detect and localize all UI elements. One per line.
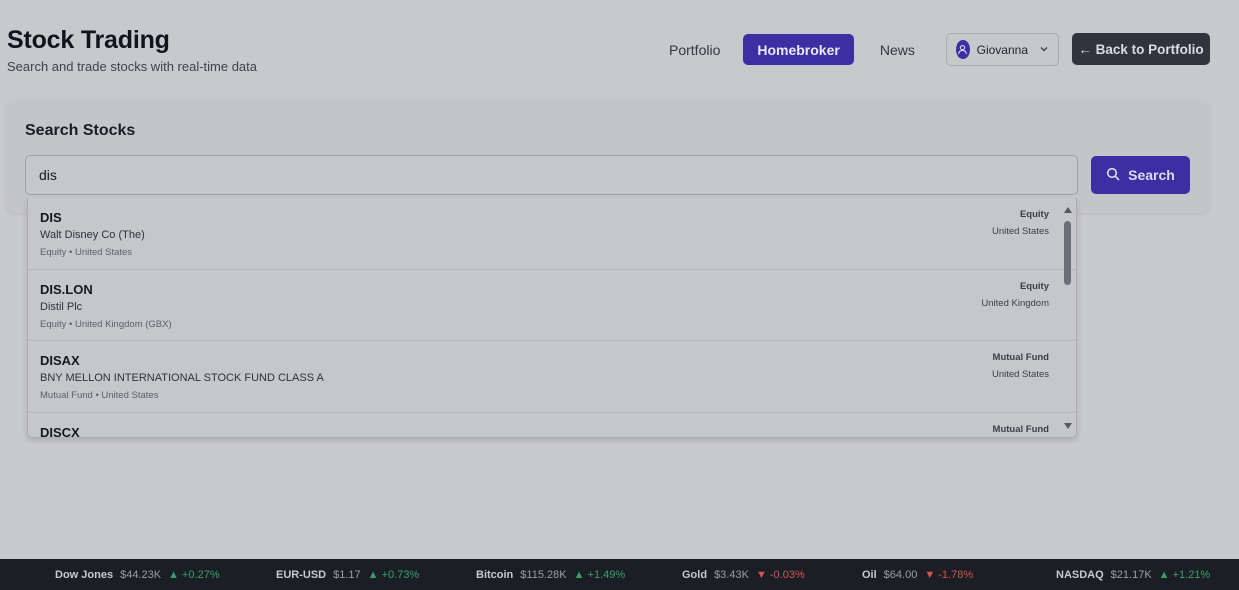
ticker-item: NASDAQ $21.17K ▲ +1.21% bbox=[1056, 559, 1210, 590]
search-card: Search Stocks Search bbox=[6, 100, 1210, 213]
result-meta: Mutual Fund • United States bbox=[40, 390, 159, 401]
result-country: United States bbox=[991, 369, 1049, 380]
ticker-price: $1.17 bbox=[333, 568, 361, 581]
scroll-down-arrow-icon[interactable] bbox=[1064, 423, 1072, 429]
result-type: Mutual Fund bbox=[992, 423, 1049, 435]
ticker-price: $21.17K bbox=[1110, 568, 1152, 581]
search-result-item[interactable]: DISCX Mutual Fund bbox=[28, 413, 1076, 438]
search-result-item[interactable]: DIS Walt Disney Co (The) Equity • United… bbox=[28, 198, 1076, 270]
result-symbol: DISAX bbox=[40, 353, 80, 368]
user-menu[interactable]: Giovanna bbox=[946, 33, 1059, 66]
result-symbol: DIS bbox=[40, 210, 62, 225]
search-card-title: Search Stocks bbox=[25, 122, 136, 139]
ticker-change: ▲ +1.49% bbox=[573, 568, 626, 581]
ticker-name: Oil bbox=[862, 568, 877, 581]
page-title: Stock Trading bbox=[7, 26, 170, 54]
ticker-item: EUR-USD $1.17 ▲ +0.73% bbox=[276, 559, 419, 590]
result-country: United States bbox=[991, 226, 1049, 237]
result-meta: Equity • United States bbox=[40, 247, 133, 258]
nav-portfolio[interactable]: Portfolio bbox=[655, 34, 734, 65]
ticker-name: Bitcoin bbox=[476, 568, 514, 581]
ticker-name: NASDAQ bbox=[1056, 568, 1104, 581]
result-meta: Equity • United Kingdom (GBX) bbox=[40, 318, 172, 330]
search-result-item[interactable]: DIS.LON Distil Plc Equity • United Kingd… bbox=[28, 270, 1076, 341]
ticker-change: ▲ +0.27% bbox=[168, 568, 220, 581]
result-type: Equity bbox=[1019, 209, 1049, 220]
result-type: Mutual Fund bbox=[992, 352, 1049, 363]
ticker-item: Bitcoin $115.28K ▲ +1.49% bbox=[476, 559, 625, 590]
search-result-item[interactable]: DISAX BNY MELLON INTERNATIONAL STOCK FUN… bbox=[28, 341, 1076, 413]
ticker-item: Dow Jones $44.23K ▲ +0.27% bbox=[55, 559, 220, 590]
result-name: BNY MELLON INTERNATIONAL STOCK FUND CLAS… bbox=[40, 372, 324, 384]
search-results-dropdown: DIS Walt Disney Co (The) Equity • United… bbox=[27, 198, 1077, 438]
result-symbol: DIS.LON bbox=[40, 281, 93, 297]
search-button[interactable]: Search bbox=[1091, 156, 1190, 194]
ticker-name: EUR-USD bbox=[276, 568, 327, 581]
user-icon bbox=[956, 40, 970, 59]
ticker-price: $115.28K bbox=[520, 568, 567, 581]
ticker-price: $64.00 bbox=[883, 568, 918, 581]
result-country: United Kingdom bbox=[981, 297, 1049, 309]
ticker-price: $3.43K bbox=[714, 568, 749, 581]
nav-homebroker[interactable]: Homebroker bbox=[743, 34, 854, 65]
page-subtitle: Search and trade stocks with real-time d… bbox=[7, 59, 258, 74]
main-nav: Portfolio Homebroker News bbox=[655, 34, 929, 65]
ticker-change: ▲ +1.21% bbox=[1158, 568, 1211, 581]
back-to-portfolio-button[interactable]: ← Back to Portfolio bbox=[1072, 33, 1210, 65]
search-input[interactable] bbox=[25, 155, 1078, 195]
scroll-up-arrow-icon[interactable] bbox=[1064, 207, 1072, 213]
market-ticker: Dow Jones $44.23K ▲ +0.27% EUR-USD $1.17… bbox=[0, 559, 1239, 590]
ticker-name: Gold bbox=[682, 568, 708, 581]
result-symbol: DISCX bbox=[40, 424, 80, 438]
search-button-label: Search bbox=[1128, 167, 1175, 183]
ticker-item: Oil $64.00 ▼ -1.78% bbox=[862, 559, 973, 590]
chevron-down-icon bbox=[1039, 41, 1049, 59]
ticker-item: Gold $3.43K ▼ -0.03% bbox=[682, 559, 805, 590]
ticker-price: $44.23K bbox=[120, 568, 162, 581]
user-name: Giovanna bbox=[976, 42, 1028, 57]
ticker-change: ▼ -0.03% bbox=[755, 568, 805, 581]
ticker-name: Dow Jones bbox=[55, 568, 114, 581]
ticker-change: ▼ -1.78% bbox=[924, 568, 974, 581]
result-name: Distil Plc bbox=[40, 300, 83, 313]
ticker-change: ▲ +0.73% bbox=[367, 568, 420, 581]
dropdown-scrollbar[interactable] bbox=[1062, 204, 1074, 432]
result-name: Walt Disney Co (The) bbox=[40, 229, 145, 241]
result-type: Equity bbox=[1019, 280, 1049, 292]
search-icon bbox=[1106, 167, 1120, 184]
scroll-thumb[interactable] bbox=[1064, 221, 1071, 285]
nav-news[interactable]: News bbox=[866, 34, 929, 65]
